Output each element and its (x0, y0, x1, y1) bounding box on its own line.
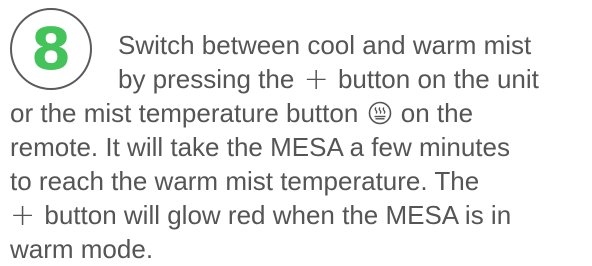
instruction-line-5: to reach the warm mist temperature. The (10, 166, 480, 196)
instruction-step: 8 Switch between cool and warm mist by p… (0, 0, 592, 266)
instruction-line-4: remote. It will take the MESA a few minu… (10, 132, 510, 162)
plus-icon: + (10, 198, 36, 233)
step-number-badge: 8 (10, 8, 92, 90)
instruction-text: on the (400, 98, 474, 128)
instruction-text: button will glow red when the MESA is in (44, 200, 512, 230)
instruction-line-6: + button will glow red when the MESA is … (10, 198, 511, 232)
instruction-text: or the mist temperature button (10, 98, 359, 128)
warm-mist-icon (368, 99, 392, 125)
plus-icon: + (303, 62, 329, 97)
instruction-text: by pressing the (118, 64, 295, 94)
instruction-line-2: by pressing the + button on the unit (118, 62, 539, 96)
instruction-line-3: or the mist temperature button on the (10, 96, 473, 130)
step-number: 8 (30, 15, 72, 83)
instruction-text: button on the unit (337, 64, 539, 94)
instruction-line-7: warm mode. (10, 234, 154, 264)
instruction-line-1: Switch between cool and warm mist (118, 30, 532, 60)
